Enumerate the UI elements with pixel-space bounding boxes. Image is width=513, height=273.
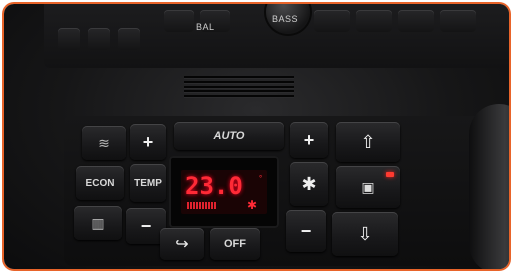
temp-label-tile: TEMP: [130, 164, 166, 202]
windshield-defrost-icon: ≋: [98, 134, 110, 151]
bal-label: BAL: [196, 22, 215, 32]
temperature-display: 23.0 ° ✱: [169, 156, 279, 228]
temp-plus-label: +: [142, 131, 154, 152]
arrow-up-icon: ⇧: [360, 131, 376, 152]
rear-defrost-button[interactable]: ▥: [74, 206, 122, 240]
temp-minus-label: −: [140, 215, 152, 236]
display-unit: °: [259, 174, 263, 183]
center-indicator-led: [386, 172, 394, 177]
radio-button-8[interactable]: [398, 10, 434, 32]
radio-panel: BAL BASS: [44, 4, 509, 68]
recirculation-button[interactable]: ↪: [160, 228, 204, 260]
recirculation-icon: ↪: [175, 236, 189, 253]
air-vent: [184, 76, 294, 98]
fan-speed-tile: ✱: [290, 162, 328, 206]
photo-frame: BAL BASS ≋ ECON ▥ + TEMP − AUTO 23.0 ° ✱…: [4, 4, 509, 269]
radio-button-1[interactable]: [58, 28, 80, 50]
dashboard-trim: [469, 104, 509, 269]
radio-button-6[interactable]: [314, 10, 350, 32]
air-up-button[interactable]: ⇧: [336, 122, 400, 162]
auto-button[interactable]: AUTO: [174, 122, 284, 150]
windshield-defrost-button[interactable]: ≋: [82, 126, 126, 160]
radio-button-7[interactable]: [356, 10, 392, 32]
bass-label: BASS: [272, 14, 299, 24]
radio-button-2[interactable]: [88, 28, 110, 50]
lcd-screen: 23.0 ° ✱: [181, 170, 267, 214]
radio-button-9[interactable]: [440, 10, 476, 32]
temp-plus-button[interactable]: +: [130, 124, 166, 160]
display-temperature: 23.0: [185, 172, 243, 200]
off-button[interactable]: OFF: [210, 228, 260, 260]
arrow-down-icon: ⇩: [357, 223, 373, 244]
auto-label: AUTO: [213, 130, 245, 142]
radio-button-3[interactable]: [118, 28, 140, 50]
econ-label: ECON: [85, 177, 115, 189]
fan-plus-button[interactable]: +: [290, 122, 328, 158]
fan-minus-label: −: [300, 220, 312, 241]
econ-button[interactable]: ECON: [76, 166, 124, 200]
display-fan-icon: ✱: [247, 198, 258, 212]
fan-minus-button[interactable]: −: [286, 210, 326, 252]
center-vent-icon: ▣: [361, 178, 375, 195]
air-down-button[interactable]: ⇩: [332, 212, 398, 256]
temp-label: TEMP: [134, 177, 162, 189]
off-label: OFF: [224, 238, 246, 250]
fan-plus-label: +: [303, 129, 315, 150]
rear-defrost-icon: ▥: [91, 214, 105, 231]
radio-button-4[interactable]: [164, 10, 194, 32]
fan-icon: ✱: [301, 173, 317, 194]
climate-control-panel: ≋ ECON ▥ + TEMP − AUTO 23.0 ° ✱ ↪ OFF + …: [64, 116, 494, 266]
fan-speed-bars: [187, 202, 216, 209]
